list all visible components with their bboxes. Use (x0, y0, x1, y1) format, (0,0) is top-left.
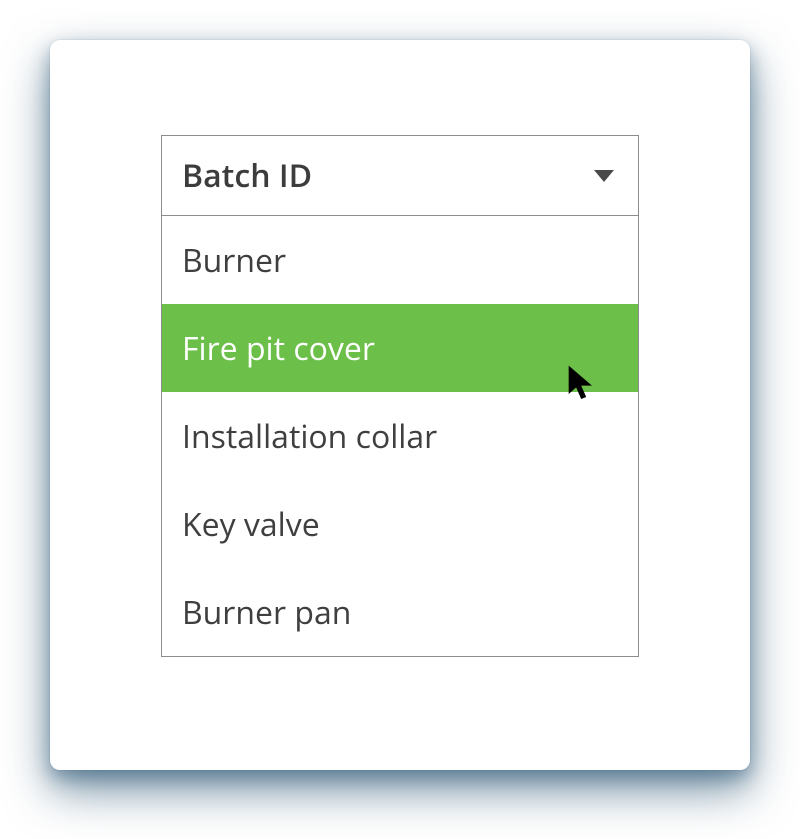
option-label: Burner (182, 239, 286, 282)
caret-down-icon (594, 170, 614, 182)
batch-id-select[interactable]: Batch ID Burner Fire pit cover Installat… (161, 135, 639, 657)
select-option-fire-pit-cover[interactable]: Fire pit cover (162, 304, 638, 392)
select-label: Batch ID (182, 154, 312, 197)
select-header[interactable]: Batch ID (162, 136, 638, 216)
select-option-installation-collar[interactable]: Installation collar (162, 392, 638, 480)
option-label: Burner pan (182, 591, 351, 634)
select-option-burner[interactable]: Burner (162, 216, 638, 304)
option-label: Fire pit cover (182, 327, 375, 370)
option-label: Key valve (182, 503, 320, 546)
select-option-burner-pan[interactable]: Burner pan (162, 568, 638, 656)
select-option-key-valve[interactable]: Key valve (162, 480, 638, 568)
select-listbox: Burner Fire pit cover Installation colla… (162, 216, 638, 656)
dropdown-panel: Batch ID Burner Fire pit cover Installat… (50, 40, 750, 770)
option-label: Installation collar (182, 415, 437, 458)
